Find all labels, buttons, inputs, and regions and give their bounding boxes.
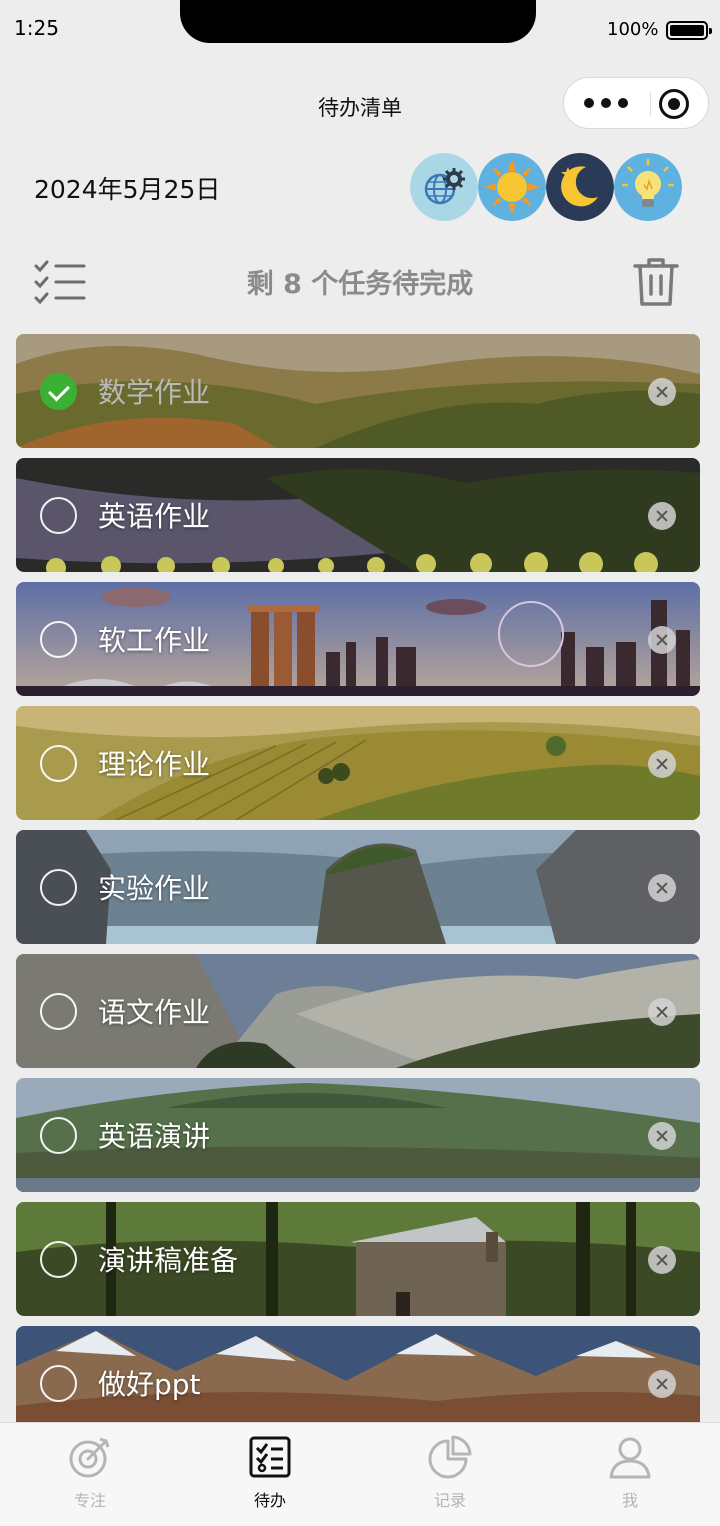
delete-task-button[interactable] (648, 1122, 676, 1150)
task-label: 语文作业 (98, 996, 211, 1029)
delete-task-button[interactable] (648, 626, 676, 654)
close-mini-program-button[interactable] (659, 89, 689, 119)
task-checkbox[interactable] (40, 621, 77, 658)
moon-icon[interactable] (546, 153, 614, 221)
more-menu-button[interactable] (584, 92, 628, 114)
task-item[interactable]: 实验作业 (16, 830, 700, 944)
lightbulb-icon[interactable] (614, 153, 682, 221)
battery-icon (666, 21, 712, 40)
delete-task-button[interactable] (648, 998, 676, 1026)
task-label: 英语作业 (98, 500, 211, 533)
remaining-count: 剩 8 个任务待完成 (246, 269, 474, 300)
task-item[interactable]: 做好ppt (16, 1326, 700, 1422)
task-checkbox[interactable] (40, 1241, 77, 1278)
tab-todo[interactable]: 待办 (180, 1423, 360, 1526)
tab-focus[interactable]: 专注 (0, 1423, 180, 1526)
todo-icon (249, 1436, 291, 1478)
battery-percent: 100% (607, 19, 659, 40)
task-checkbox[interactable] (40, 373, 77, 410)
date-text: 2024年5月25日 (34, 175, 221, 204)
globe-gear-icon[interactable] (410, 153, 478, 221)
focus-icon (69, 1437, 110, 1478)
task-item[interactable]: 英语演讲 (16, 1078, 700, 1192)
task-checkbox[interactable] (40, 1117, 77, 1154)
capsule-divider (650, 92, 651, 116)
trash-icon[interactable] (632, 256, 680, 308)
delete-task-button[interactable] (648, 1246, 676, 1274)
user-icon (609, 1437, 651, 1479)
sun-icon[interactable] (478, 153, 546, 221)
task-label: 英语演讲 (98, 1120, 211, 1153)
tab-records[interactable]: 记录 (360, 1423, 540, 1526)
status-time: 1:25 (14, 16, 59, 40)
task-label: 做好ppt (98, 1368, 201, 1401)
task-label: 数学作业 (98, 376, 211, 409)
delete-task-button[interactable] (648, 502, 676, 530)
task-checkbox[interactable] (40, 993, 77, 1030)
delete-task-button[interactable] (648, 1370, 676, 1398)
status-bar: 1:25 100% (0, 0, 720, 60)
task-item[interactable]: 数学作业 (16, 334, 700, 448)
task-label: 实验作业 (98, 872, 211, 905)
tab-bar: 专注 待办 记录 我 (0, 1422, 720, 1526)
tab-label: 专注 (73, 1491, 106, 1510)
task-item[interactable]: 演讲稿准备 (16, 1202, 700, 1316)
task-checkbox[interactable] (40, 497, 77, 534)
task-item[interactable]: 英语作业 (16, 458, 700, 572)
delete-task-button[interactable] (648, 874, 676, 902)
tab-label: 记录 (433, 1491, 466, 1510)
task-label: 软工作业 (98, 624, 211, 657)
delete-task-button[interactable] (648, 378, 676, 406)
task-label: 理论作业 (98, 748, 211, 781)
pie-chart-icon (428, 1435, 472, 1479)
delete-task-button[interactable] (648, 750, 676, 778)
mini-program-capsule (563, 77, 709, 129)
tab-me[interactable]: 我 (540, 1423, 720, 1526)
task-item[interactable]: 理论作业 (16, 706, 700, 820)
task-checkbox[interactable] (40, 745, 77, 782)
tab-label: 待办 (253, 1491, 286, 1510)
task-checkbox[interactable] (40, 1365, 77, 1402)
task-item[interactable]: 语文作业 (16, 954, 700, 1068)
task-item[interactable]: 软工作业 (16, 582, 700, 696)
tab-label: 我 (621, 1491, 638, 1510)
task-label: 演讲稿准备 (98, 1244, 239, 1277)
task-checkbox[interactable] (40, 869, 77, 906)
notch (180, 0, 536, 43)
task-list: 数学作业 英语作业 软工作业 理论作业 实验作业 语文作业 英语演讲 演讲稿准备… (16, 334, 700, 1422)
